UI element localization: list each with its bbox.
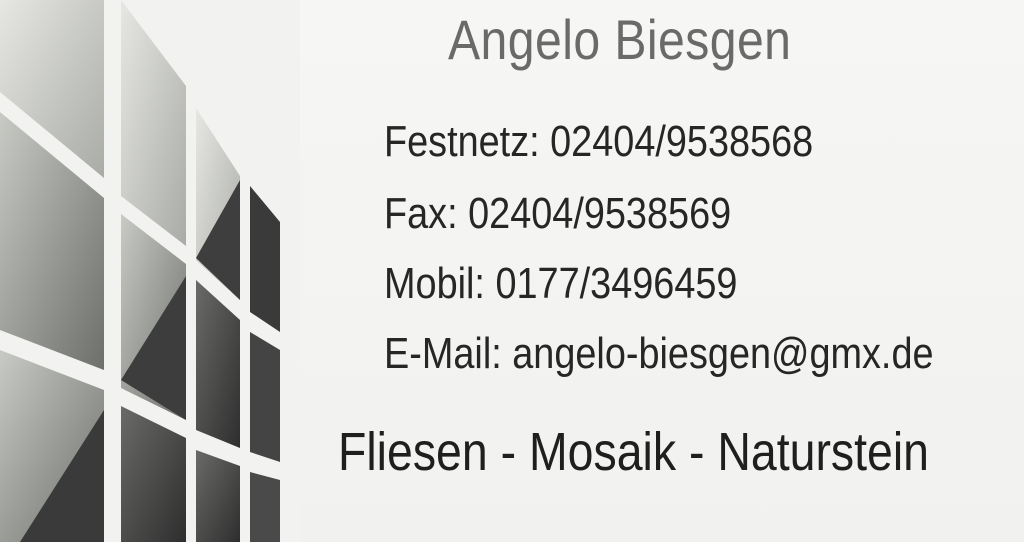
contact-line-mobile: Mobil: 0177/3496459 (384, 256, 737, 312)
contact-line-email: E-Mail: angelo-biesgen@gmx.de (384, 326, 934, 382)
mobile-number: 0177/3496459 (495, 259, 738, 308)
mobile-label: Mobil: (384, 259, 496, 308)
landline-label: Festnetz: (384, 117, 551, 166)
business-card: Angelo Biesgen Festnetz: 02404/9538568 F… (0, 0, 1024, 542)
fax-number: 02404/9538569 (468, 189, 732, 238)
contact-line-fax: Fax: 02404/9538569 (384, 186, 731, 242)
contact-text-block: Angelo Biesgen Festnetz: 02404/9538568 F… (0, 0, 1024, 542)
contact-line-landline: Festnetz: 02404/9538568 (384, 114, 813, 170)
landline-number: 02404/9538568 (550, 117, 814, 166)
services-tagline: Fliesen - Mosaik - Naturstein (338, 422, 930, 482)
person-name: Angelo Biesgen (448, 8, 792, 71)
email-label: E-Mail: (384, 329, 513, 378)
fax-label: Fax: (384, 189, 469, 238)
email-address: angelo-biesgen@gmx.de (512, 329, 934, 378)
